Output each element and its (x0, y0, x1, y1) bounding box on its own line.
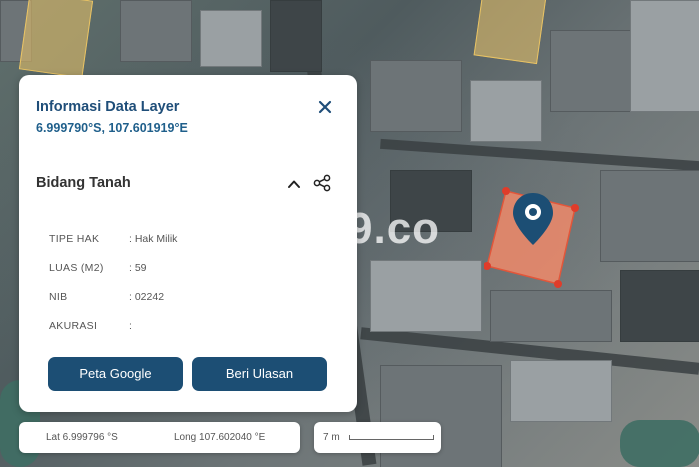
longitude-readout: Long 107.602040 °E (174, 432, 266, 443)
map-building (270, 0, 322, 72)
map-building (120, 0, 192, 62)
latitude-readout: Lat 6.999796 °S (46, 432, 118, 443)
field-value: : (129, 320, 132, 332)
map-building (620, 270, 699, 342)
share-icon[interactable] (313, 174, 331, 192)
field-label: NIB (49, 291, 68, 303)
map-building (490, 290, 612, 342)
map-building (470, 80, 542, 142)
map-building (630, 0, 699, 112)
map-watermark: 9.co (348, 204, 441, 253)
map-vegetation (620, 420, 699, 467)
map-building (510, 360, 612, 422)
field-label: TIPE HAK (49, 233, 100, 245)
info-panel: Informasi Data Layer 6.999790°S, 107.601… (19, 75, 357, 412)
map-building (600, 170, 699, 262)
close-icon[interactable] (317, 99, 333, 115)
field-label: LUAS (M2) (49, 262, 104, 274)
field-value: : Hak Milik (129, 233, 178, 245)
panel-coordinates: 6.999790°S, 107.601919°E (36, 121, 188, 135)
chevron-up-icon[interactable] (287, 177, 301, 191)
google-map-button[interactable]: Peta Google (48, 357, 183, 391)
land-parcel[interactable] (473, 0, 547, 65)
map-road (380, 138, 699, 172)
section-title: Bidang Tanah (36, 175, 131, 191)
map-building (550, 30, 632, 112)
map-building (370, 260, 482, 332)
panel-title: Informasi Data Layer (36, 99, 180, 115)
land-parcel[interactable] (18, 0, 94, 79)
field-label: AKURASI (49, 320, 98, 332)
location-pin-icon[interactable] (510, 191, 556, 247)
map-building (370, 60, 462, 132)
field-value: : 59 (129, 262, 147, 274)
scale-line (349, 435, 434, 440)
field-value: : 02242 (129, 291, 165, 303)
scale-bar: 7 m (314, 422, 441, 453)
map-building (200, 10, 262, 67)
scale-label: 7 m (323, 432, 340, 443)
review-button[interactable]: Beri Ulasan (192, 357, 327, 391)
coordinate-readout: Lat 6.999796 °S Long 107.602040 °E (19, 422, 300, 453)
